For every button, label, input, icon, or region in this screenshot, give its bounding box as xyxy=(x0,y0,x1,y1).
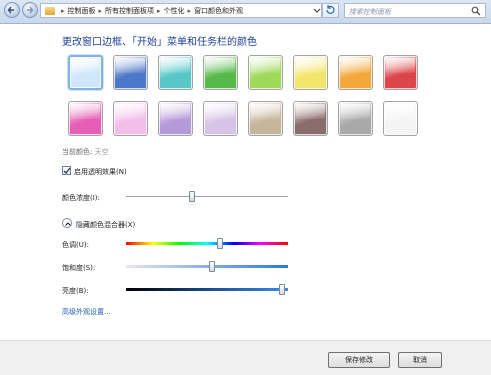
chevron-down-icon[interactable] xyxy=(312,3,322,18)
hue-slider-thumb[interactable] xyxy=(216,238,223,249)
color-swatch[interactable] xyxy=(338,55,373,90)
hue-label: 色调(U): xyxy=(62,241,89,249)
color-swatch[interactable] xyxy=(67,54,104,91)
mixer-toggle-label[interactable]: 隐藏颜色混合器(X) xyxy=(76,220,135,230)
control-panel-icon xyxy=(45,6,55,15)
color-swatch[interactable] xyxy=(383,101,418,136)
back-arrow-icon xyxy=(7,6,14,14)
saturation-slider-track[interactable] xyxy=(126,265,288,268)
refresh-icon xyxy=(326,5,335,14)
cancel-button[interactable]: 取消 xyxy=(398,352,442,368)
intensity-slider-track[interactable] xyxy=(126,196,288,197)
page-title: 更改窗口边框、「开始」菜单和任务栏的颜色 xyxy=(62,37,257,48)
breadcrumb-control-panel[interactable]: 控制面板 xyxy=(68,6,96,16)
transparency-label[interactable]: 启用透明效果(N) xyxy=(74,167,127,177)
saturation-slider-thumb[interactable] xyxy=(208,261,215,272)
save-changes-button[interactable]: 保存修改 xyxy=(328,352,390,368)
transparency-checkbox[interactable] xyxy=(62,166,71,175)
search-input[interactable]: 搜索控制面板 xyxy=(344,3,486,18)
current-color-label: 当前颜色: xyxy=(62,148,93,156)
advanced-appearance-link[interactable]: 高级外观设置... xyxy=(62,307,111,317)
brightness-label: 亮度(B): xyxy=(62,287,89,295)
color-swatch[interactable] xyxy=(248,101,283,136)
color-swatch[interactable] xyxy=(293,55,328,90)
color-swatch[interactable] xyxy=(113,101,148,136)
brightness-slider-track[interactable] xyxy=(126,288,288,291)
intensity-label: 颜色浓度(I): xyxy=(62,194,100,202)
color-swatch[interactable] xyxy=(158,101,193,136)
color-swatch[interactable] xyxy=(203,55,238,90)
address-bar: ▸ 控制面板 ▸ 所有控制面板项 ▸ 个性化 ▸ 窗口颜色和外观 搜索控制面板 xyxy=(0,0,491,24)
color-swatch[interactable] xyxy=(113,55,148,90)
color-swatch[interactable] xyxy=(293,101,328,136)
chevron-right-icon: ▸ xyxy=(157,6,161,15)
color-swatch[interactable] xyxy=(158,55,193,90)
brightness-slider-thumb[interactable] xyxy=(278,284,285,295)
search-placeholder: 搜索控制面板 xyxy=(349,8,391,16)
current-color-value: 天空 xyxy=(94,148,109,156)
current-color: 当前颜色: 天空 xyxy=(62,147,109,157)
chevron-right-icon: ▸ xyxy=(187,6,192,15)
breadcrumb-window-color[interactable]: 窗口颜色和外观 xyxy=(194,6,243,16)
color-swatch[interactable] xyxy=(68,101,103,136)
breadcrumb-personalization[interactable]: 个性化 xyxy=(164,6,185,16)
breadcrumb[interactable]: ▸ 控制面板 ▸ 所有控制面板项 ▸ 个性化 ▸ 窗口颜色和外观 xyxy=(40,3,322,18)
refresh-button[interactable] xyxy=(322,3,339,18)
search-icon[interactable] xyxy=(471,6,481,16)
color-swatch[interactable] xyxy=(383,55,418,90)
back-button[interactable] xyxy=(4,2,20,18)
intensity-slider-thumb[interactable] xyxy=(189,191,196,202)
hue-slider-track[interactable] xyxy=(126,242,288,245)
forward-button[interactable] xyxy=(22,2,38,18)
color-swatch[interactable] xyxy=(203,101,238,136)
color-swatch[interactable] xyxy=(338,101,373,136)
saturation-label: 饱和度(S): xyxy=(62,264,96,272)
forward-arrow-icon xyxy=(27,6,34,14)
chevron-up-icon xyxy=(65,222,71,226)
checkmark-icon xyxy=(63,167,71,175)
color-swatch[interactable] xyxy=(248,55,283,90)
mixer-toggle-button[interactable] xyxy=(62,218,72,228)
breadcrumb-all-items[interactable]: 所有控制面板项 xyxy=(105,6,154,16)
chevron-right-icon: ▸ xyxy=(61,6,65,15)
chevron-right-icon: ▸ xyxy=(98,6,103,15)
